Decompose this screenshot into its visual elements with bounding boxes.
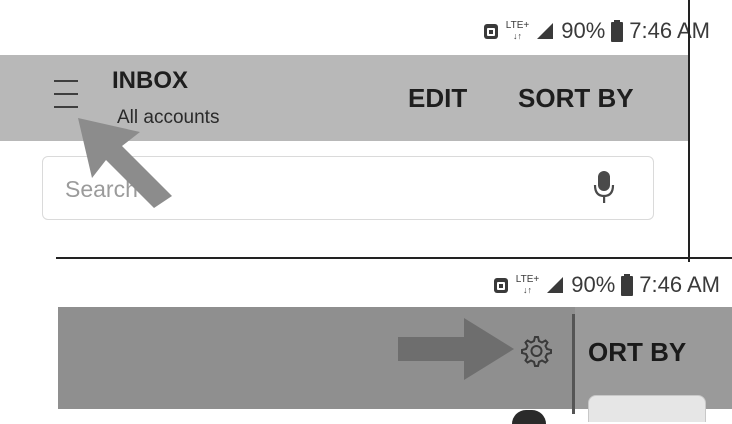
clock: 7:46 AM xyxy=(639,272,720,297)
microphone-icon[interactable] xyxy=(592,169,616,205)
battery-percent: 90% xyxy=(561,18,606,43)
avatar xyxy=(512,410,546,424)
status-bar: LTE+ ↓↑ 90% 7:46 AM xyxy=(492,268,720,302)
edit-button[interactable]: EDIT xyxy=(408,83,467,114)
search-bar-partial xyxy=(588,395,706,422)
signal-bars-icon xyxy=(545,275,565,295)
sort-by-button-partial[interactable]: ORT BY xyxy=(588,337,686,368)
page-title: INBOX xyxy=(112,67,189,94)
lte-icon: LTE+ ↓↑ xyxy=(515,274,540,296)
gear-icon[interactable] xyxy=(518,334,552,368)
divider xyxy=(56,257,732,259)
lte-icon: LTE+ ↓↑ xyxy=(505,20,530,42)
pointer-arrow-icon xyxy=(78,118,172,208)
signal-bars-icon xyxy=(535,21,555,41)
battery-percent: 90% xyxy=(571,272,616,297)
hamburger-menu-icon[interactable] xyxy=(54,80,78,110)
battery-icon xyxy=(621,274,634,296)
divider xyxy=(688,0,690,262)
clock: 7:46 AM xyxy=(629,18,710,43)
alarm-icon xyxy=(492,275,510,295)
battery-icon xyxy=(611,20,624,42)
pointer-arrow-icon xyxy=(398,318,514,380)
status-bar: LTE+ ↓↑ 90% 7:46 AM xyxy=(482,14,710,48)
network-label: LTE+ xyxy=(505,20,530,31)
alarm-icon xyxy=(482,21,500,41)
sort-by-button[interactable]: SORT BY xyxy=(518,83,634,114)
divider xyxy=(572,314,575,414)
network-label: LTE+ xyxy=(515,274,540,285)
